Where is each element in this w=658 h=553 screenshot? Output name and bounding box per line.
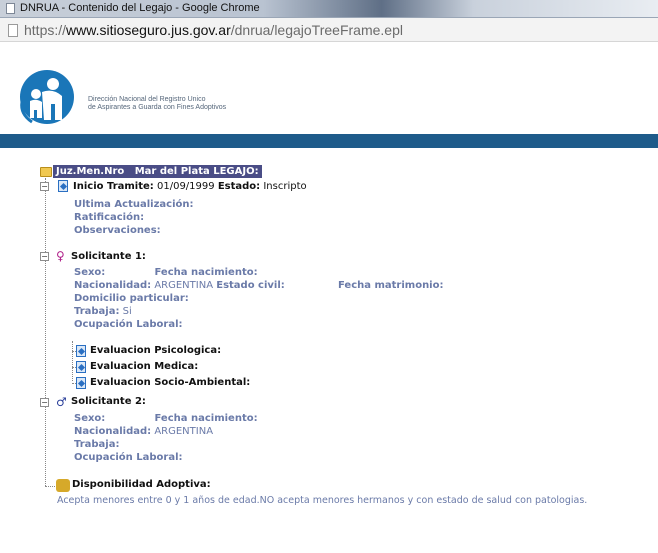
solicitante-2-node[interactable]: Solicitante 2: xyxy=(71,396,146,407)
organization-name: Dirección Nacional del Registro Unico de… xyxy=(88,96,227,111)
url-text[interactable]: https://www.sitioseguro.jus.gov.ar/dnrua… xyxy=(24,22,403,38)
sol1-domicilio-label: Domicilio particular: xyxy=(74,293,189,304)
legajo-root-node[interactable]: Juz.Men.Nro Mar del Plata LEGAJO: xyxy=(53,165,262,178)
observaciones-label: Observaciones: xyxy=(74,225,161,236)
ultima-actualizacion-label: Ultima Actualización: xyxy=(74,199,194,210)
dnrua-logo-icon xyxy=(20,70,74,124)
tree-connector xyxy=(45,178,46,486)
evaluation-doc-icon xyxy=(76,361,86,373)
sol1-sexo-row: Sexo: Fecha nacimiento: xyxy=(74,267,258,278)
disponibilidad-text: Acepta menores entre 0 y 1 años de edad.… xyxy=(57,495,588,506)
evaluacion-psicologica-node[interactable]: Evaluacion Psicologica: xyxy=(90,345,221,356)
male-person-icon: ♂ xyxy=(56,395,67,409)
window-titlebar: DNRUA - Contenido del Legajo - Google Ch… xyxy=(0,0,658,18)
solicitante-1-node[interactable]: Solicitante 1: xyxy=(71,251,146,262)
folder-icon xyxy=(40,167,52,177)
evaluacion-socio-ambiental-node[interactable]: Evaluacion Socio-Ambiental: xyxy=(90,377,250,388)
tramite-node[interactable]: Inicio Tramite: 01/09/1999 Estado: Inscr… xyxy=(73,181,307,192)
sol2-nacionalidad-row: Nacionalidad: ARGENTINA xyxy=(74,426,214,437)
tree-connector xyxy=(45,486,55,487)
collapse-toggle[interactable]: − xyxy=(40,182,49,191)
evaluation-doc-icon xyxy=(76,345,86,357)
sol1-trabaja-row: Trabaja: Si xyxy=(74,306,132,317)
disponibilidad-node[interactable]: Disponibilidad Adoptiva: xyxy=(72,479,211,490)
brand-bar xyxy=(0,134,658,148)
ratificacion-label: Ratificación: xyxy=(74,212,145,223)
children-icon xyxy=(56,479,70,492)
page-icon xyxy=(6,3,15,14)
legajo-tree: Juz.Men.Nro Mar del Plata LEGAJO: − Inic… xyxy=(0,158,658,553)
evaluacion-medica-node[interactable]: Evaluacion Medica: xyxy=(90,361,198,372)
female-person-icon: ♀ xyxy=(56,249,65,263)
page-header: Dirección Nacional del Registro Unico de… xyxy=(0,42,658,134)
document-icon xyxy=(58,180,68,192)
window-title: DNRUA - Contenido del Legajo - Google Ch… xyxy=(20,2,260,14)
sol1-ocupacion-label: Ocupación Laboral: xyxy=(74,319,183,330)
sol2-trabaja-label: Trabaja: xyxy=(74,439,120,450)
sol1-nacionalidad-row: Nacionalidad: ARGENTINA Estado civil: Fe… xyxy=(74,280,444,291)
sol2-sexo-row: Sexo: Fecha nacimiento: xyxy=(74,413,258,424)
sol2-ocupacion-label: Ocupación Laboral: xyxy=(74,452,183,463)
evaluation-doc-icon xyxy=(76,377,86,389)
collapse-toggle[interactable]: − xyxy=(40,252,49,261)
address-bar[interactable]: https://www.sitioseguro.jus.gov.ar/dnrua… xyxy=(0,18,658,42)
tree-connector xyxy=(72,341,73,381)
document-icon xyxy=(8,24,18,37)
collapse-toggle[interactable]: − xyxy=(40,398,49,407)
